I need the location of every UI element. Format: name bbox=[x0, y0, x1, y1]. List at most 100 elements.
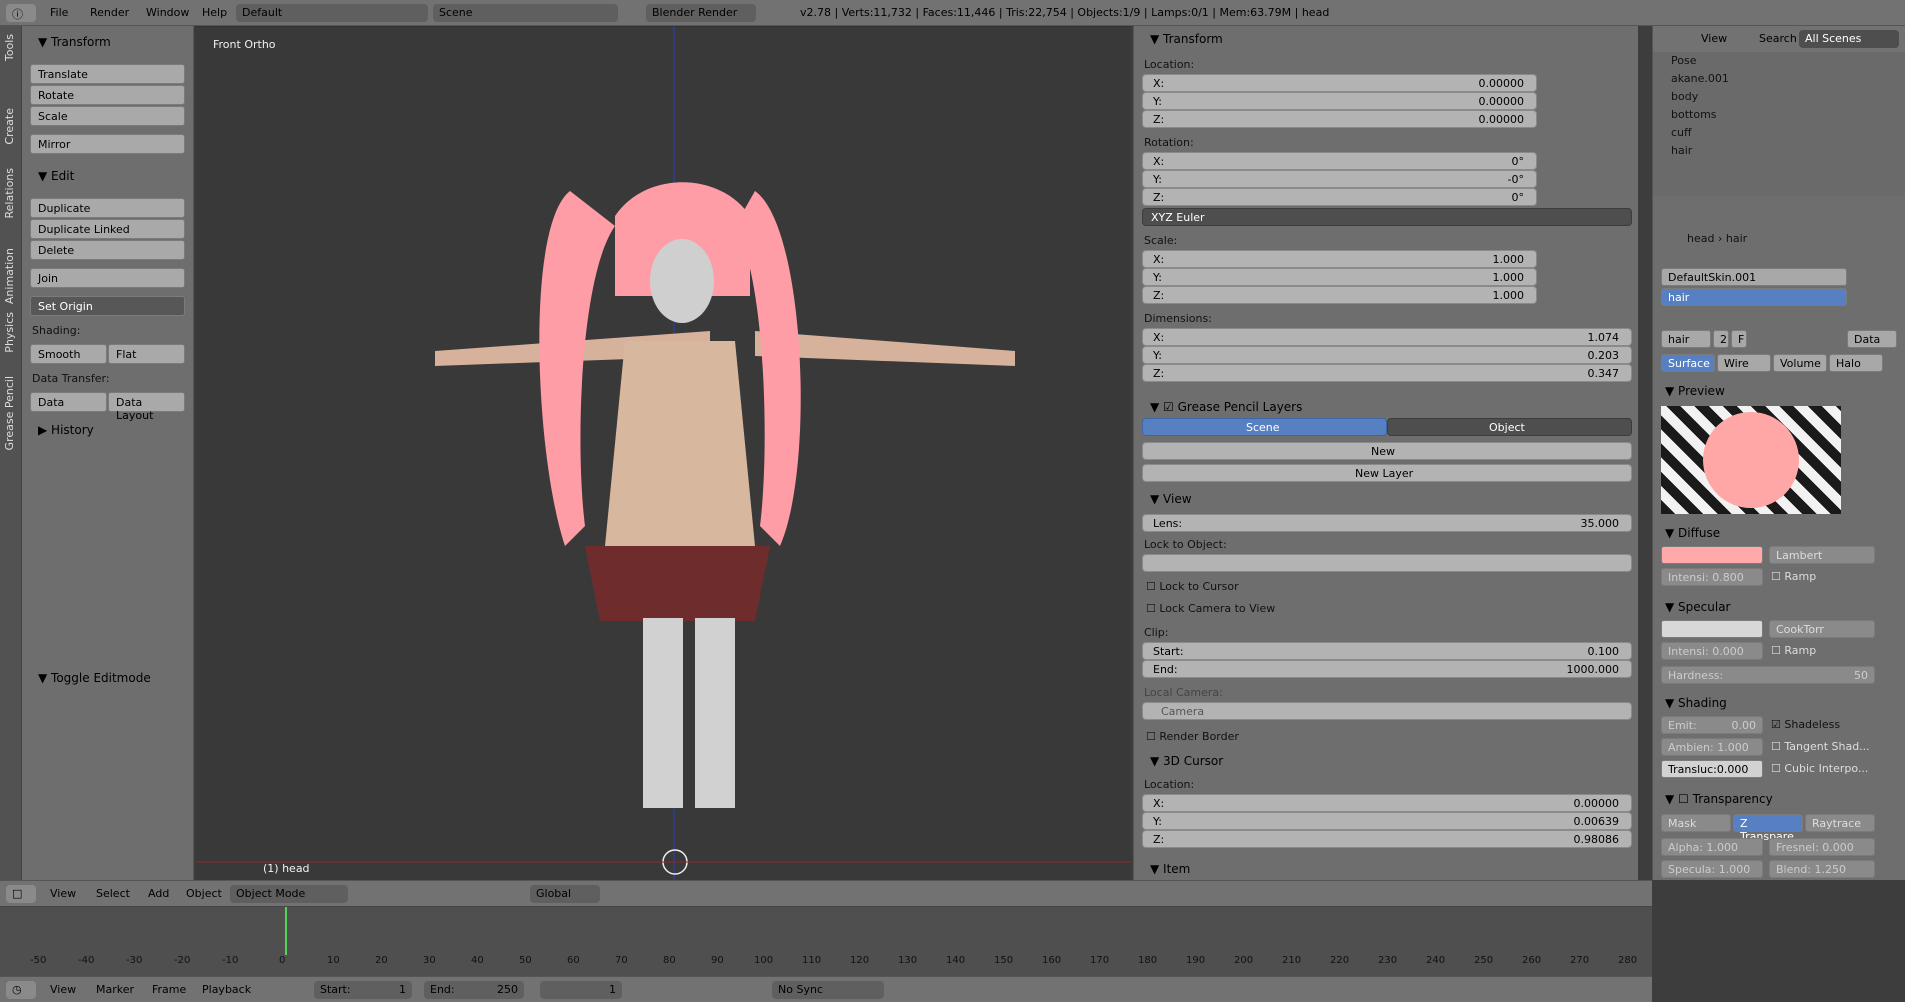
render-engine-select[interactable]: Blender Render bbox=[646, 4, 756, 22]
menu-render[interactable]: Render bbox=[90, 6, 129, 19]
outliner-row-bottoms[interactable]: bottoms bbox=[1671, 108, 1901, 126]
timeline-menu-frame[interactable]: Frame bbox=[152, 983, 186, 996]
specular-ramp-checkbox[interactable]: ☐ Ramp bbox=[1771, 644, 1816, 657]
tab-tools[interactable]: Tools bbox=[3, 34, 16, 61]
ztransp-button[interactable]: Z Transpare... bbox=[1733, 814, 1804, 843]
fake-user-button[interactable]: F bbox=[1731, 330, 1747, 348]
smooth-button[interactable]: Smooth bbox=[30, 344, 107, 364]
flat-button[interactable]: Flat bbox=[108, 344, 185, 364]
material-name-field[interactable]: hair bbox=[1661, 330, 1711, 348]
scale-y-field[interactable]: Y: 1.000 bbox=[1142, 268, 1537, 286]
current-frame-marker[interactable] bbox=[285, 907, 287, 955]
scale-x-field[interactable]: X: 1.000 bbox=[1142, 250, 1537, 268]
cursor-x-field[interactable]: X: 0.00000 bbox=[1142, 794, 1632, 812]
diffuse-shader-select[interactable]: Lambert bbox=[1769, 546, 1875, 564]
bottom-menu-select[interactable]: Select bbox=[96, 887, 130, 900]
translate-button[interactable]: Translate bbox=[30, 64, 185, 84]
loc-y-field[interactable]: Y: 0.00000 bbox=[1142, 92, 1537, 110]
mask-button[interactable]: Mask bbox=[1661, 814, 1731, 832]
dim-z-field[interactable]: Z: 0.347 bbox=[1142, 364, 1632, 382]
outliner-scope-select[interactable]: All Scenes bbox=[1799, 30, 1899, 48]
menu-window[interactable]: Window bbox=[146, 6, 189, 19]
edit-panel-header[interactable]: ▼ Edit bbox=[30, 166, 190, 186]
start-frame-field[interactable]: Start: 1 bbox=[314, 981, 412, 999]
cursor-section[interactable]: ▼ 3D Cursor bbox=[1140, 754, 1223, 772]
render-border-checkbox[interactable]: ☐ Render Border bbox=[1146, 730, 1239, 743]
diffuse-intensity-field[interactable]: Intensi: 0.800 bbox=[1661, 568, 1763, 586]
history-panel-header[interactable]: ▶ History bbox=[30, 420, 190, 440]
join-button[interactable]: Join bbox=[30, 268, 185, 288]
outliner-row-hair[interactable]: hair bbox=[1671, 144, 1901, 162]
menu-help[interactable]: Help bbox=[202, 6, 227, 19]
translucency-field[interactable]: Transluc:0.000 bbox=[1661, 760, 1763, 778]
specular-shader-select[interactable]: CookTorr bbox=[1769, 620, 1875, 638]
material-slot-2[interactable]: hair bbox=[1661, 288, 1847, 306]
loc-z-field[interactable]: Z: 0.00000 bbox=[1142, 110, 1537, 128]
rotation-mode-select[interactable]: XYZ Euler bbox=[1142, 208, 1632, 226]
shading-section[interactable]: ▼ Shading bbox=[1655, 696, 1727, 714]
layout-selector[interactable]: Default bbox=[236, 4, 428, 22]
object-tab[interactable]: Object bbox=[1387, 418, 1632, 436]
ambient-field[interactable]: Ambien: 1.000 bbox=[1661, 738, 1763, 756]
tab-physics[interactable]: Physics bbox=[3, 312, 16, 353]
diffuse-color-swatch[interactable] bbox=[1661, 546, 1763, 564]
transform-panel-header[interactable]: ▼ Transform bbox=[30, 32, 190, 52]
local-camera-field[interactable]: Camera bbox=[1142, 702, 1632, 720]
duplicate-button[interactable]: Duplicate bbox=[30, 198, 185, 218]
toggle-editmode-header[interactable]: ▼ Toggle Editmode bbox=[30, 668, 190, 688]
sync-select[interactable]: No Sync bbox=[772, 981, 884, 999]
3d-viewport[interactable]: Front Ortho (1) head bbox=[195, 26, 1131, 880]
specula-field[interactable]: Specula: 1.000 bbox=[1661, 860, 1763, 878]
duplicate-linked-button[interactable]: Duplicate Linked bbox=[30, 219, 185, 239]
outliner-search-menu[interactable]: Search bbox=[1759, 32, 1797, 45]
character-model[interactable] bbox=[195, 26, 1131, 880]
dim-x-field[interactable]: X: 1.074 bbox=[1142, 328, 1632, 346]
menu-file[interactable]: File bbox=[50, 6, 68, 19]
bottom-menu-add[interactable]: Add bbox=[148, 887, 169, 900]
timeline[interactable]: -50 -40 -30 -20 -10 0 10 20 30 40 50 60 … bbox=[0, 906, 1652, 976]
tab-surface[interactable]: Surface bbox=[1661, 354, 1715, 372]
alpha-field[interactable]: Alpha: 1.000 bbox=[1661, 838, 1763, 856]
diffuse-ramp-checkbox[interactable]: ☐ Ramp bbox=[1771, 570, 1816, 583]
raytrace-button[interactable]: Raytrace bbox=[1805, 814, 1875, 832]
set-origin-select[interactable]: Set Origin bbox=[30, 296, 185, 316]
data-button[interactable]: Data bbox=[30, 392, 107, 412]
outliner-row-body[interactable]: body bbox=[1671, 90, 1901, 108]
specular-section[interactable]: ▼ Specular bbox=[1655, 600, 1731, 618]
scene-tab[interactable]: Scene bbox=[1142, 418, 1387, 436]
lock-object-field[interactable] bbox=[1142, 554, 1632, 572]
transparency-section[interactable]: ▼ ☐ Transparency bbox=[1655, 792, 1773, 810]
tab-relations[interactable]: Relations bbox=[3, 168, 16, 219]
new-gp-button[interactable]: New bbox=[1142, 442, 1632, 460]
timeline-editor-type[interactable]: ◷ bbox=[6, 981, 36, 999]
new-layer-button[interactable]: New Layer bbox=[1142, 464, 1632, 482]
rot-z-field[interactable]: Z: 0° bbox=[1142, 188, 1537, 206]
cursor-z-field[interactable]: Z: 0.98086 bbox=[1142, 830, 1632, 848]
scene-selector[interactable]: Scene bbox=[433, 4, 618, 22]
editor-type-button-bottom[interactable]: □ bbox=[6, 885, 36, 903]
tab-animation[interactable]: Animation bbox=[3, 248, 16, 304]
hardness-field[interactable]: Hardness: 50 bbox=[1661, 666, 1875, 684]
bottom-menu-view[interactable]: View bbox=[50, 887, 76, 900]
timeline-menu-marker[interactable]: Marker bbox=[96, 983, 134, 996]
emit-field[interactable]: Emit: 0.00 bbox=[1661, 716, 1763, 734]
scale-button[interactable]: Scale bbox=[30, 106, 185, 126]
rotate-button[interactable]: Rotate bbox=[30, 85, 185, 105]
rot-y-field[interactable]: Y: -0° bbox=[1142, 170, 1537, 188]
editor-type-button[interactable]: ⓘ bbox=[6, 4, 36, 22]
cursor-y-field[interactable]: Y: 0.00639 bbox=[1142, 812, 1632, 830]
cubic-checkbox[interactable]: ☐ Cubic Interpo... bbox=[1771, 762, 1868, 775]
diffuse-section[interactable]: ▼ Diffuse bbox=[1655, 526, 1720, 544]
timeline-menu-view[interactable]: View bbox=[50, 983, 76, 996]
grease-pencil-section[interactable]: ▼ ☑ Grease Pencil Layers bbox=[1140, 400, 1302, 418]
dim-y-field[interactable]: Y: 0.203 bbox=[1142, 346, 1632, 364]
material-slot-1[interactable]: DefaultSkin.001 bbox=[1661, 268, 1847, 286]
outliner-row-cuff[interactable]: cuff bbox=[1671, 126, 1901, 144]
blend-field[interactable]: Blend: 1.250 bbox=[1769, 860, 1875, 878]
bottom-menu-object[interactable]: Object bbox=[186, 887, 222, 900]
fresnel-field[interactable]: Fresnel: 0.000 bbox=[1769, 838, 1875, 856]
lock-camera-checkbox[interactable]: ☐ Lock Camera to View bbox=[1146, 602, 1275, 615]
transform-orientation-select[interactable]: Global bbox=[530, 885, 600, 903]
clip-start-field[interactable]: Start: 0.100 bbox=[1142, 642, 1632, 660]
lock-cursor-checkbox[interactable]: ☐ Lock to Cursor bbox=[1146, 580, 1239, 593]
